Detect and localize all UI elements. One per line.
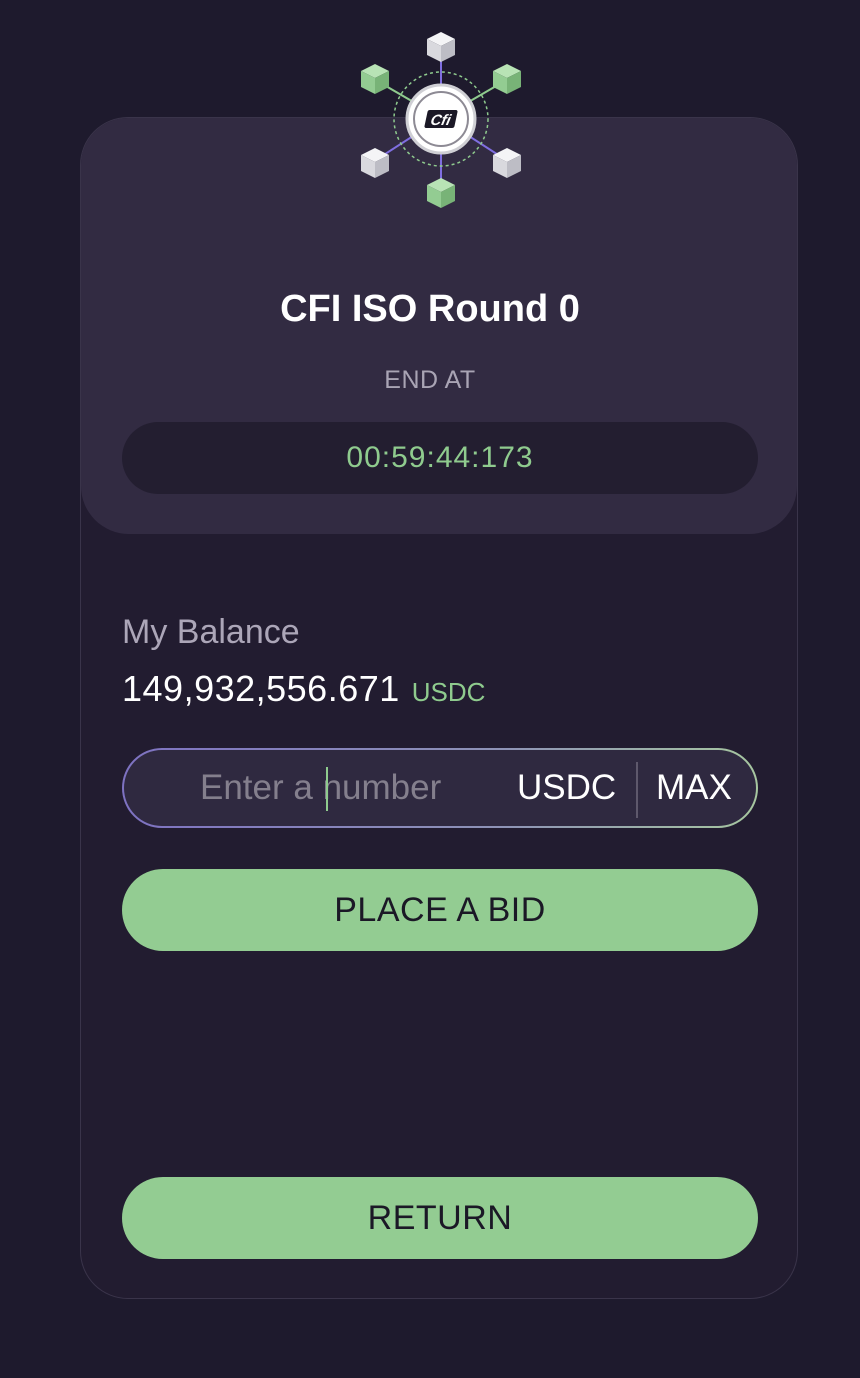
round-title: CFI ISO Round 0 bbox=[280, 288, 580, 330]
bid-amount-field-inner: USDC MAX bbox=[124, 750, 756, 826]
place-bid-button[interactable]: PLACE A BID bbox=[122, 869, 758, 951]
max-button[interactable]: MAX bbox=[656, 750, 732, 826]
text-caret bbox=[326, 767, 328, 811]
balance-unit: USDC bbox=[411, 677, 486, 707]
countdown-pill: 00:59:44:173 bbox=[122, 422, 758, 494]
page: Cfi CFI ISO Round 0 END AT 00:59:44:173 … bbox=[0, 0, 860, 1378]
balance-amount: 149,932,556.671 bbox=[122, 668, 400, 709]
balance-label: My Balance bbox=[122, 613, 300, 651]
return-button[interactable]: RETURN bbox=[122, 1177, 758, 1259]
input-divider bbox=[636, 762, 638, 818]
bid-amount-field: USDC MAX bbox=[122, 748, 758, 828]
bid-amount-input[interactable] bbox=[184, 750, 504, 826]
cfi-network-logo-icon: Cfi bbox=[361, 32, 521, 208]
end-at-label: END AT bbox=[384, 366, 476, 394]
balance-row: 149,932,556.671 USDC bbox=[122, 668, 485, 710]
bid-unit-label: USDC bbox=[517, 768, 617, 807]
countdown-timer: 00:59:44:173 bbox=[346, 441, 534, 474]
